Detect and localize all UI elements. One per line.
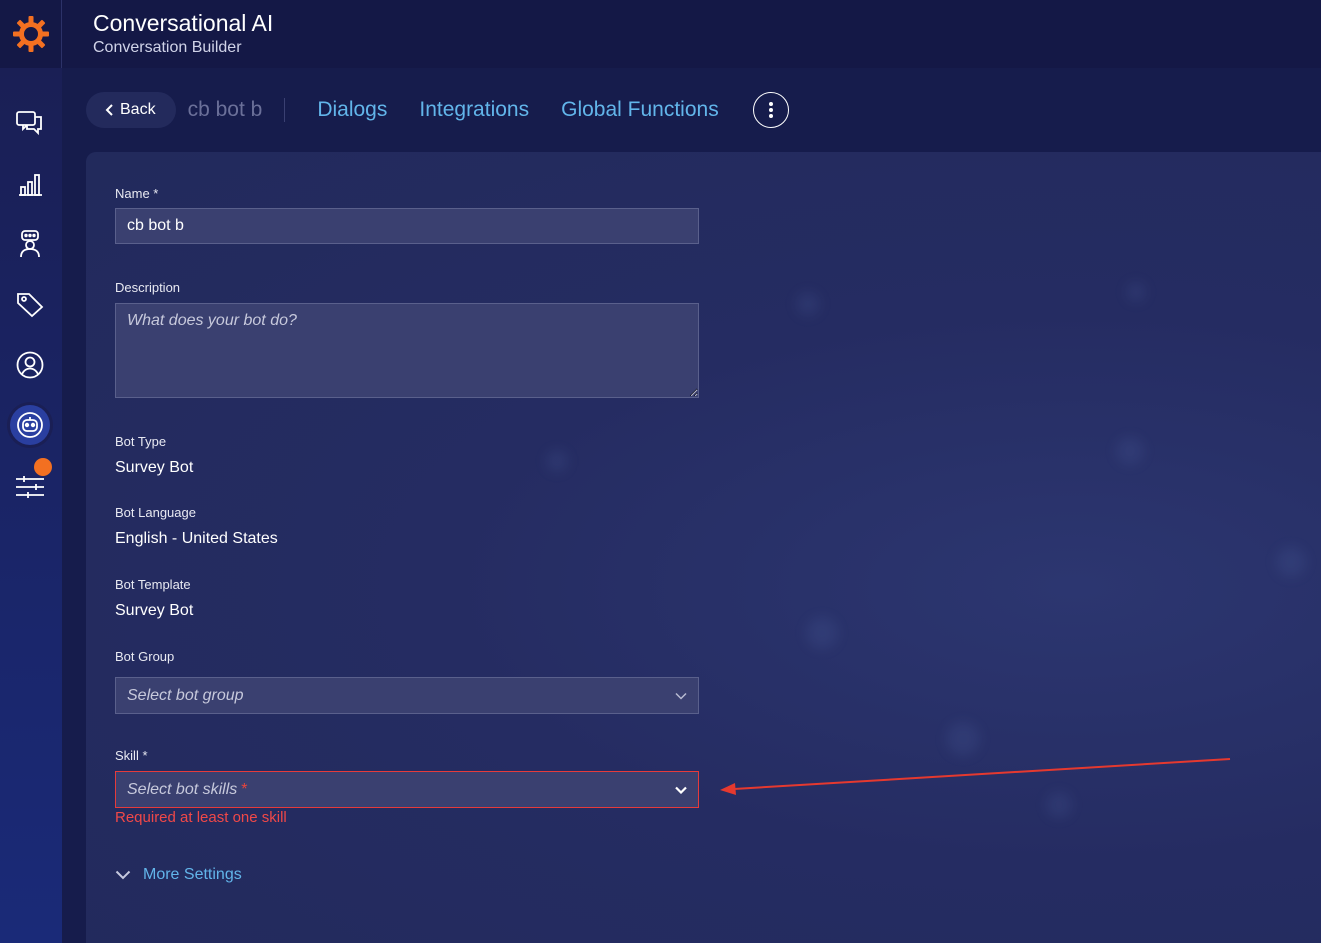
background-decoration bbox=[1126, 282, 1146, 302]
bot-type-value: Survey Bot bbox=[115, 459, 194, 476]
more-settings-toggle[interactable]: More Settings bbox=[115, 866, 242, 884]
sidebar-item-bots[interactable] bbox=[10, 405, 50, 445]
bot-icon bbox=[17, 412, 43, 438]
left-sidebar bbox=[0, 68, 62, 943]
skill-placeholder: Select bot skills * bbox=[127, 781, 248, 799]
bot-name: cb bot b bbox=[188, 98, 286, 122]
tab-dialogs[interactable]: Dialogs bbox=[317, 98, 387, 122]
agent-icon bbox=[20, 230, 40, 258]
tab-global-functions[interactable]: Global Functions bbox=[561, 98, 719, 122]
sliders-icon bbox=[16, 476, 44, 498]
sidebar-item-analytics[interactable] bbox=[10, 164, 50, 204]
background-decoration bbox=[546, 450, 568, 472]
description-textarea[interactable] bbox=[115, 303, 699, 398]
description-label: Description bbox=[115, 280, 181, 295]
chevron-left-icon bbox=[105, 104, 113, 116]
app-subtitle: Conversation Builder bbox=[93, 39, 242, 56]
bot-nav: Back cb bot b Dialogs Integrations Globa… bbox=[62, 68, 1321, 152]
sun-gear-icon bbox=[12, 16, 49, 52]
bot-template-label: Bot Template bbox=[115, 577, 191, 592]
back-button-label: Back bbox=[120, 101, 156, 118]
skill-placeholder-text: Select bot skills bbox=[127, 780, 238, 798]
skill-error-message: Required at least one skill bbox=[115, 809, 287, 826]
bot-group-select[interactable]: Select bot group bbox=[115, 677, 699, 714]
bot-language-value: English - United States bbox=[115, 530, 278, 547]
skill-label: Skill * bbox=[115, 748, 148, 763]
background-decoration bbox=[1046, 792, 1072, 818]
user-circle-icon bbox=[16, 351, 44, 379]
vertical-dots-icon bbox=[768, 102, 773, 118]
skill-select[interactable]: Select bot skills * bbox=[115, 771, 699, 808]
background-decoration bbox=[1276, 547, 1306, 577]
bot-settings-panel: Name * Description Bot Type Survey Bot B… bbox=[86, 152, 1321, 943]
chat-bubbles-icon bbox=[16, 111, 42, 136]
main-area: Back cb bot b Dialogs Integrations Globa… bbox=[62, 68, 1321, 943]
bot-template-value: Survey Bot bbox=[115, 602, 194, 619]
notification-dot bbox=[34, 458, 52, 476]
chevron-down-icon bbox=[675, 692, 687, 700]
more-settings-label: More Settings bbox=[143, 866, 242, 883]
more-options-button[interactable] bbox=[752, 92, 789, 128]
background-decoration bbox=[946, 722, 980, 756]
logo[interactable] bbox=[0, 0, 62, 68]
sidebar-item-profile[interactable] bbox=[10, 345, 50, 385]
bot-group-label: Bot Group bbox=[115, 649, 175, 664]
tab-integrations[interactable]: Integrations bbox=[419, 98, 529, 122]
sidebar-item-conversations[interactable] bbox=[10, 102, 50, 142]
bot-language-label: Bot Language bbox=[115, 505, 196, 520]
name-label: Name * bbox=[115, 186, 159, 201]
tag-icon bbox=[17, 293, 44, 318]
background-decoration bbox=[1116, 437, 1144, 465]
bot-type-label: Bot Type bbox=[115, 434, 167, 449]
back-button[interactable]: Back bbox=[86, 92, 176, 128]
name-input[interactable] bbox=[115, 208, 699, 244]
sidebar-item-tags[interactable] bbox=[10, 284, 50, 324]
sidebar-item-agents[interactable] bbox=[10, 224, 50, 264]
chevron-down-icon bbox=[675, 786, 687, 794]
bar-chart-icon bbox=[19, 174, 42, 196]
top-header: Conversational AI Conversation Builder bbox=[0, 0, 1321, 68]
bot-group-placeholder: Select bot group bbox=[127, 686, 244, 704]
app-title: Conversational AI bbox=[93, 10, 274, 36]
required-star: * bbox=[241, 780, 248, 798]
chevron-down-icon bbox=[115, 870, 131, 880]
background-decoration bbox=[806, 617, 838, 649]
background-decoration bbox=[796, 292, 820, 316]
